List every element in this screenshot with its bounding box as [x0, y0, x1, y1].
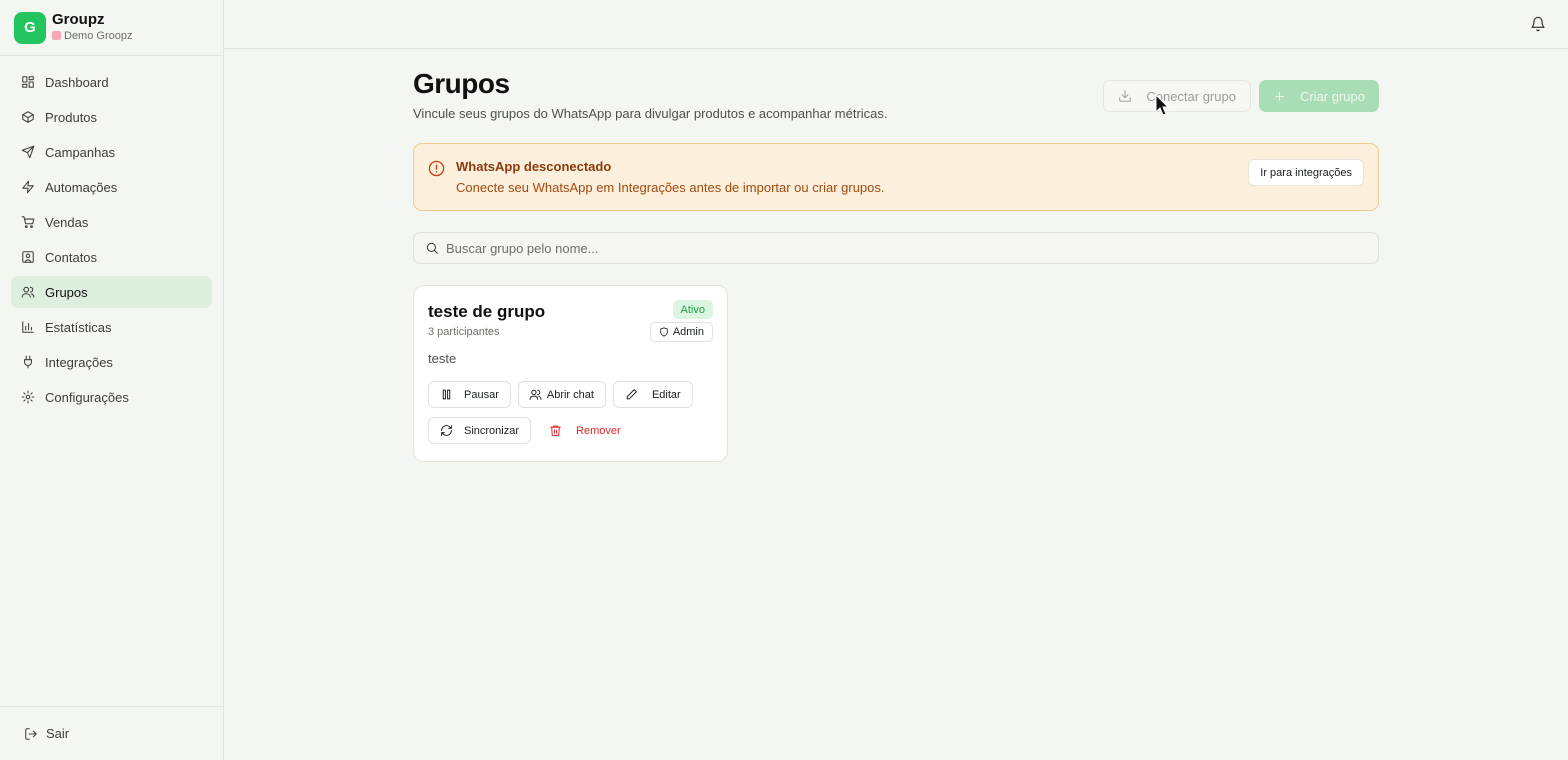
sidebar-item-automacoes[interactable]: Automações — [11, 171, 212, 203]
header-actions: Conectar grupo Criar grupo — [1103, 80, 1379, 112]
send-icon — [21, 145, 35, 159]
pause-label: Pausar — [464, 388, 499, 401]
sidebar-item-label: Integrações — [45, 354, 113, 370]
sidebar-item-campanhas[interactable]: Campanhas — [11, 136, 212, 168]
logout-label: Sair — [46, 726, 70, 741]
remove-button[interactable]: Remover — [538, 417, 633, 444]
sidebar-item-contatos[interactable]: Contatos — [11, 241, 212, 273]
sidebar-item-label: Automações — [45, 179, 118, 195]
brand-name: Groupz — [52, 10, 105, 28]
sidebar-item-dashboard[interactable]: Dashboard — [11, 66, 212, 98]
open-chat-label: Abrir chat — [546, 388, 594, 401]
workspace-label: Demo Groopz — [64, 29, 133, 42]
edit-label: Editar — [651, 388, 681, 401]
sidebar-item-label: Produtos — [45, 109, 98, 125]
open-chat-button[interactable]: Abrir chat — [517, 381, 606, 408]
create-group-button[interactable]: Criar grupo — [1258, 80, 1379, 112]
search-bar — [413, 232, 1379, 264]
sidebar-item-grupos[interactable]: Grupos — [11, 276, 212, 308]
logout-button[interactable]: Sair — [0, 706, 223, 760]
sync-button[interactable]: Sincronizar — [428, 417, 532, 444]
role-badge: Admin — [649, 322, 713, 342]
group-card: teste de grupo 3 participantes Ativo Adm… — [413, 285, 728, 462]
workspace-name: Demo Groopz — [52, 29, 132, 43]
brand-logo: G — [14, 11, 46, 44]
cart-icon — [21, 216, 35, 229]
sidebar-item-label: Dashboard — [45, 74, 109, 90]
search-input[interactable] — [446, 240, 1346, 256]
sidebar-item-label: Vendas — [45, 214, 89, 230]
topbar — [224, 0, 1568, 49]
pause-button[interactable]: Pausar — [428, 381, 511, 408]
sidebar-item-label: Estatísticas — [45, 319, 112, 335]
sidebar-item-label: Campanhas — [45, 144, 116, 160]
plus-icon — [1275, 91, 1284, 101]
go-to-integrations-button[interactable]: Ir para integrações — [1248, 159, 1364, 186]
alert-body: Conecte seu WhatsApp em Integrações ante… — [456, 180, 885, 195]
group-description: teste — [428, 351, 457, 366]
sidebar-item-label: Contatos — [45, 249, 98, 265]
pencil-icon — [626, 389, 637, 400]
sync-label: Sincronizar — [464, 424, 520, 437]
create-group-label: Criar grupo — [1299, 88, 1365, 104]
alert-title: WhatsApp desconectado — [456, 159, 612, 174]
notifications-button[interactable] — [1530, 16, 1546, 32]
sidebar-item-label: Configurações — [45, 389, 129, 405]
gift-icon — [52, 31, 61, 40]
sidebar-item-label: Grupos — [45, 284, 88, 300]
sidebar-item-produtos[interactable]: Produtos — [11, 101, 212, 133]
plug-icon — [23, 355, 33, 369]
sidebar: G Groupz Demo Groopz Dashboard Produtos … — [0, 0, 224, 760]
users-icon — [529, 389, 542, 400]
dashboard-icon — [22, 76, 34, 88]
box-icon — [22, 111, 34, 123]
mouse-cursor-icon — [1155, 94, 1169, 116]
users-icon — [21, 286, 35, 298]
edit-button[interactable]: Editar — [612, 381, 693, 408]
refresh-icon — [441, 425, 452, 436]
trash-icon — [550, 425, 561, 436]
sidebar-item-configuracoes[interactable]: Configurações — [11, 381, 212, 413]
sidebar-nav: Dashboard Produtos Campanhas Automações … — [0, 56, 223, 413]
group-name: teste de grupo — [428, 302, 546, 321]
shield-icon — [660, 327, 668, 337]
remove-label: Remover — [576, 424, 621, 437]
brand-header[interactable]: G Groupz Demo Groopz — [0, 0, 223, 56]
pause-icon — [442, 389, 451, 400]
alert-circle-icon — [428, 160, 445, 182]
group-actions: Pausar Abrir chat Editar Sincronizar Rem… — [428, 381, 713, 444]
sidebar-item-integracoes[interactable]: Integrações — [11, 346, 212, 378]
bell-icon — [1531, 16, 1545, 32]
search-icon — [426, 242, 438, 254]
bar-chart-icon — [22, 321, 34, 333]
sidebar-item-vendas[interactable]: Vendas — [11, 206, 212, 238]
role-label: Admin — [672, 326, 704, 338]
zap-icon — [22, 180, 34, 194]
contact-icon — [22, 251, 34, 263]
download-icon — [1119, 90, 1132, 102]
logout-icon — [25, 727, 37, 740]
connect-group-button[interactable]: Conectar grupo — [1103, 80, 1251, 112]
sidebar-item-estatisticas[interactable]: Estatísticas — [11, 311, 212, 343]
gear-icon — [21, 390, 35, 404]
status-badge: Ativo — [672, 300, 713, 319]
main-content: Grupos Vincule seus grupos do WhatsApp p… — [413, 66, 1379, 462]
whatsapp-disconnected-alert: WhatsApp desconectado Conecte seu WhatsA… — [413, 143, 1379, 211]
